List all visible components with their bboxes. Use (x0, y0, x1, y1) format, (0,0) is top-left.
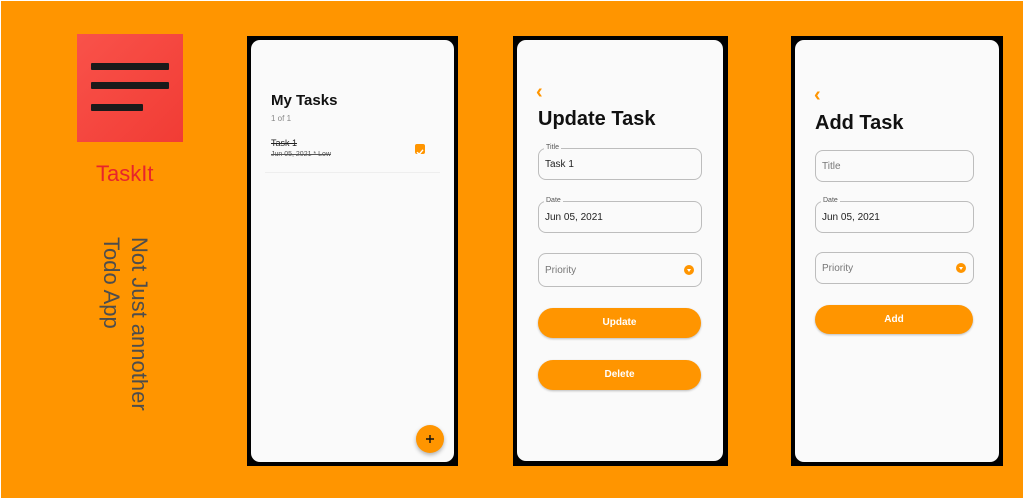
priority-select[interactable]: Priority (815, 252, 974, 284)
page-title: Add Task (815, 112, 904, 134)
date-field-value: Jun 05, 2021 (822, 212, 880, 223)
priority-select[interactable]: Priority (538, 253, 702, 287)
my-tasks-screen: My Tasks 1 of 1 Task 1 Jun 05, 2021 * Lo… (251, 40, 454, 462)
priority-placeholder: Priority (822, 263, 854, 274)
date-field[interactable]: Date Jun 05, 2021 (815, 197, 974, 233)
app-logo (77, 34, 183, 142)
update-task-screen: ‹ Update Task Title Task 1 Date Jun 05, … (517, 40, 723, 461)
logo-line-bottom (91, 104, 143, 111)
brand-name: TaskIt (96, 161, 154, 186)
chevron-left-icon: ‹ (536, 81, 543, 103)
add-button[interactable]: Add (815, 305, 973, 334)
task-checkbox[interactable] (415, 144, 425, 156)
promo-canvas: TaskIt Not Just annother Todo App My Tas… (1, 1, 1023, 498)
title-placeholder: Title (822, 161, 841, 172)
tagline-line-1: Not Just annother (127, 237, 152, 411)
add-task-screen: ‹ Add Task Title Date Jun 05, 2021 Prior… (795, 40, 999, 462)
dropdown-arrow-icon (956, 263, 966, 273)
logo-line-top (91, 63, 169, 70)
title-field[interactable]: Title (815, 150, 974, 182)
date-field-label: Date (544, 197, 563, 204)
tagline-line-2: Todo App (99, 237, 124, 329)
back-button[interactable]: ‹ (814, 85, 821, 105)
title-field-label: Title (544, 144, 561, 151)
task-count: 1 of 1 (271, 114, 292, 123)
logo-line-middle (91, 82, 169, 89)
priority-placeholder: Priority (545, 265, 577, 276)
date-field-label: Date (821, 197, 840, 204)
phone-update-task: ‹ Update Task Title Task 1 Date Jun 05, … (513, 36, 728, 466)
add-task-fab[interactable] (416, 425, 444, 453)
chevron-left-icon: ‹ (814, 84, 821, 106)
phone-add-task: ‹ Add Task Title Date Jun 05, 2021 Prior… (791, 36, 1003, 466)
date-field[interactable]: Date Jun 05, 2021 (538, 197, 702, 233)
back-button[interactable]: ‹ (536, 82, 543, 102)
task-meta: Jun 05, 2021 * Low (271, 151, 331, 158)
tagline: Not Just annother Todo App (97, 237, 153, 427)
delete-button[interactable]: Delete (538, 360, 701, 390)
title-field-value: Task 1 (545, 159, 574, 170)
title-field[interactable]: Title Task 1 (538, 144, 702, 180)
date-field-value: Jun 05, 2021 (545, 212, 603, 223)
task-title: Task 1 (271, 138, 298, 148)
checkmark-icon (416, 149, 424, 156)
plus-icon (426, 435, 434, 443)
task-list-item[interactable]: Task 1 Jun 05, 2021 * Low (265, 132, 440, 173)
dropdown-arrow-icon (684, 265, 694, 275)
phone-my-tasks: My Tasks 1 of 1 Task 1 Jun 05, 2021 * Lo… (247, 36, 458, 466)
page-title: My Tasks (271, 92, 338, 109)
page-title: Update Task (538, 108, 656, 130)
update-button[interactable]: Update (538, 308, 701, 338)
